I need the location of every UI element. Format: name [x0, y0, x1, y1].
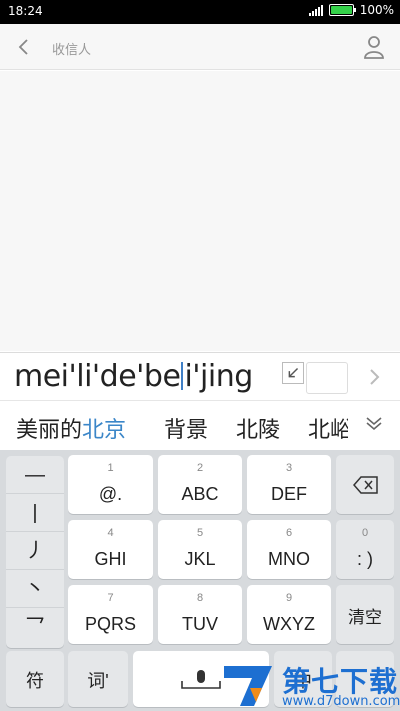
clear-key[interactable]: 清空: [336, 585, 394, 644]
watermark-url: www.d7down.com: [282, 694, 400, 709]
key-5[interactable]: 5 JKL: [158, 520, 242, 579]
key-2-number: 2: [196, 462, 204, 474]
chevron-left-icon[interactable]: [12, 35, 36, 59]
candidate-4[interactable]: 北峪: [308, 412, 348, 444]
stroke-key-1[interactable]: —: [6, 456, 64, 494]
clock: 18:24: [8, 4, 43, 18]
key-8-label: TUV: [182, 614, 218, 634]
watermark: 第七下载 www.d7down.com: [212, 658, 400, 711]
key-8[interactable]: 8 TUV: [158, 585, 242, 644]
compose-header: 收信人: [0, 24, 400, 70]
brand-logo-icon: [224, 666, 272, 706]
key-6-number: 6: [285, 527, 293, 539]
candidate-bar: 美丽的北京 背景 北陵 北峪: [0, 400, 400, 450]
chevron-down-icon[interactable]: [364, 415, 384, 431]
key-3-label: DEF: [271, 484, 307, 504]
clear-key-label: 清空: [348, 608, 382, 627]
person-icon[interactable]: [362, 34, 386, 60]
pinyin-composition: mei'li'de'be i'jing: [14, 359, 253, 394]
status-icons: 100%: [308, 3, 394, 17]
stroke-key-2[interactable]: |: [6, 494, 64, 532]
key-9-label: WXYZ: [263, 614, 315, 634]
key-7-number: 7: [107, 592, 114, 604]
signal-icon: [308, 4, 323, 16]
key-1-number: 1: [107, 462, 114, 474]
battery-percentage: 100%: [359, 3, 394, 17]
key-0-label: : ): [357, 549, 373, 569]
key-0-number: 0: [361, 527, 369, 539]
key-9-number: 9: [285, 592, 293, 604]
key-5-label: JKL: [184, 549, 216, 569]
candidate-1[interactable]: 美丽的北京: [16, 412, 126, 444]
candidate-1-plain: 美丽的: [16, 418, 83, 443]
key-1[interactable]: 1 @.: [68, 455, 153, 514]
key-4[interactable]: 4 GHI: [68, 520, 153, 579]
message-input-edge[interactable]: [306, 362, 348, 394]
pinyin-after-caret: i'jing: [184, 359, 253, 394]
key-7-label: PQRS: [84, 614, 136, 634]
key-9[interactable]: 9 WXYZ: [247, 585, 331, 644]
symbol-key[interactable]: 符: [6, 651, 64, 707]
battery-icon: [328, 4, 356, 16]
stroke-key-4[interactable]: 丶: [6, 570, 64, 608]
key-1-label: @.: [98, 484, 123, 504]
collapse-arrow-icon[interactable]: [282, 362, 304, 384]
key-2-label: ABC: [181, 484, 219, 504]
candidate-3[interactable]: 北陵: [236, 412, 280, 444]
symbol-key-label: 符: [26, 671, 44, 691]
key-4-label: GHI: [94, 549, 127, 569]
key-2[interactable]: 2 ABC: [158, 455, 242, 514]
backspace-key[interactable]: [336, 455, 394, 514]
word-key[interactable]: 词': [68, 651, 128, 707]
key-3-number: 3: [285, 462, 293, 474]
stroke-column[interactable]: — | 丿 丶 乛: [6, 456, 64, 648]
key-6-label: MNO: [268, 549, 310, 569]
stroke-key-3[interactable]: 丿: [6, 532, 64, 570]
stroke-key-5[interactable]: 乛: [6, 608, 64, 646]
send-arrow-icon[interactable]: [362, 365, 386, 389]
key-0[interactable]: 0 : ): [336, 520, 394, 579]
backspace-icon: [353, 476, 378, 494]
key-3[interactable]: 3 DEF: [247, 455, 331, 514]
key-4-number: 4: [107, 527, 114, 539]
message-area[interactable]: [0, 71, 400, 351]
key-7[interactable]: 7 PQRS: [68, 585, 153, 644]
composition-row: mei'li'de'be i'jing: [0, 352, 400, 400]
key-6[interactable]: 6 MNO: [247, 520, 331, 579]
pinyin-before-caret: mei'li'de'be: [14, 359, 181, 394]
key-5-number: 5: [196, 527, 204, 539]
candidate-2[interactable]: 背景: [164, 412, 208, 444]
recipient-field[interactable]: 收信人: [52, 39, 91, 58]
candidate-1-highlight: 北京: [82, 418, 127, 443]
key-8-number: 8: [196, 592, 204, 604]
status-bar: 18:24 100%: [0, 0, 400, 24]
word-key-label: 词': [87, 671, 109, 691]
